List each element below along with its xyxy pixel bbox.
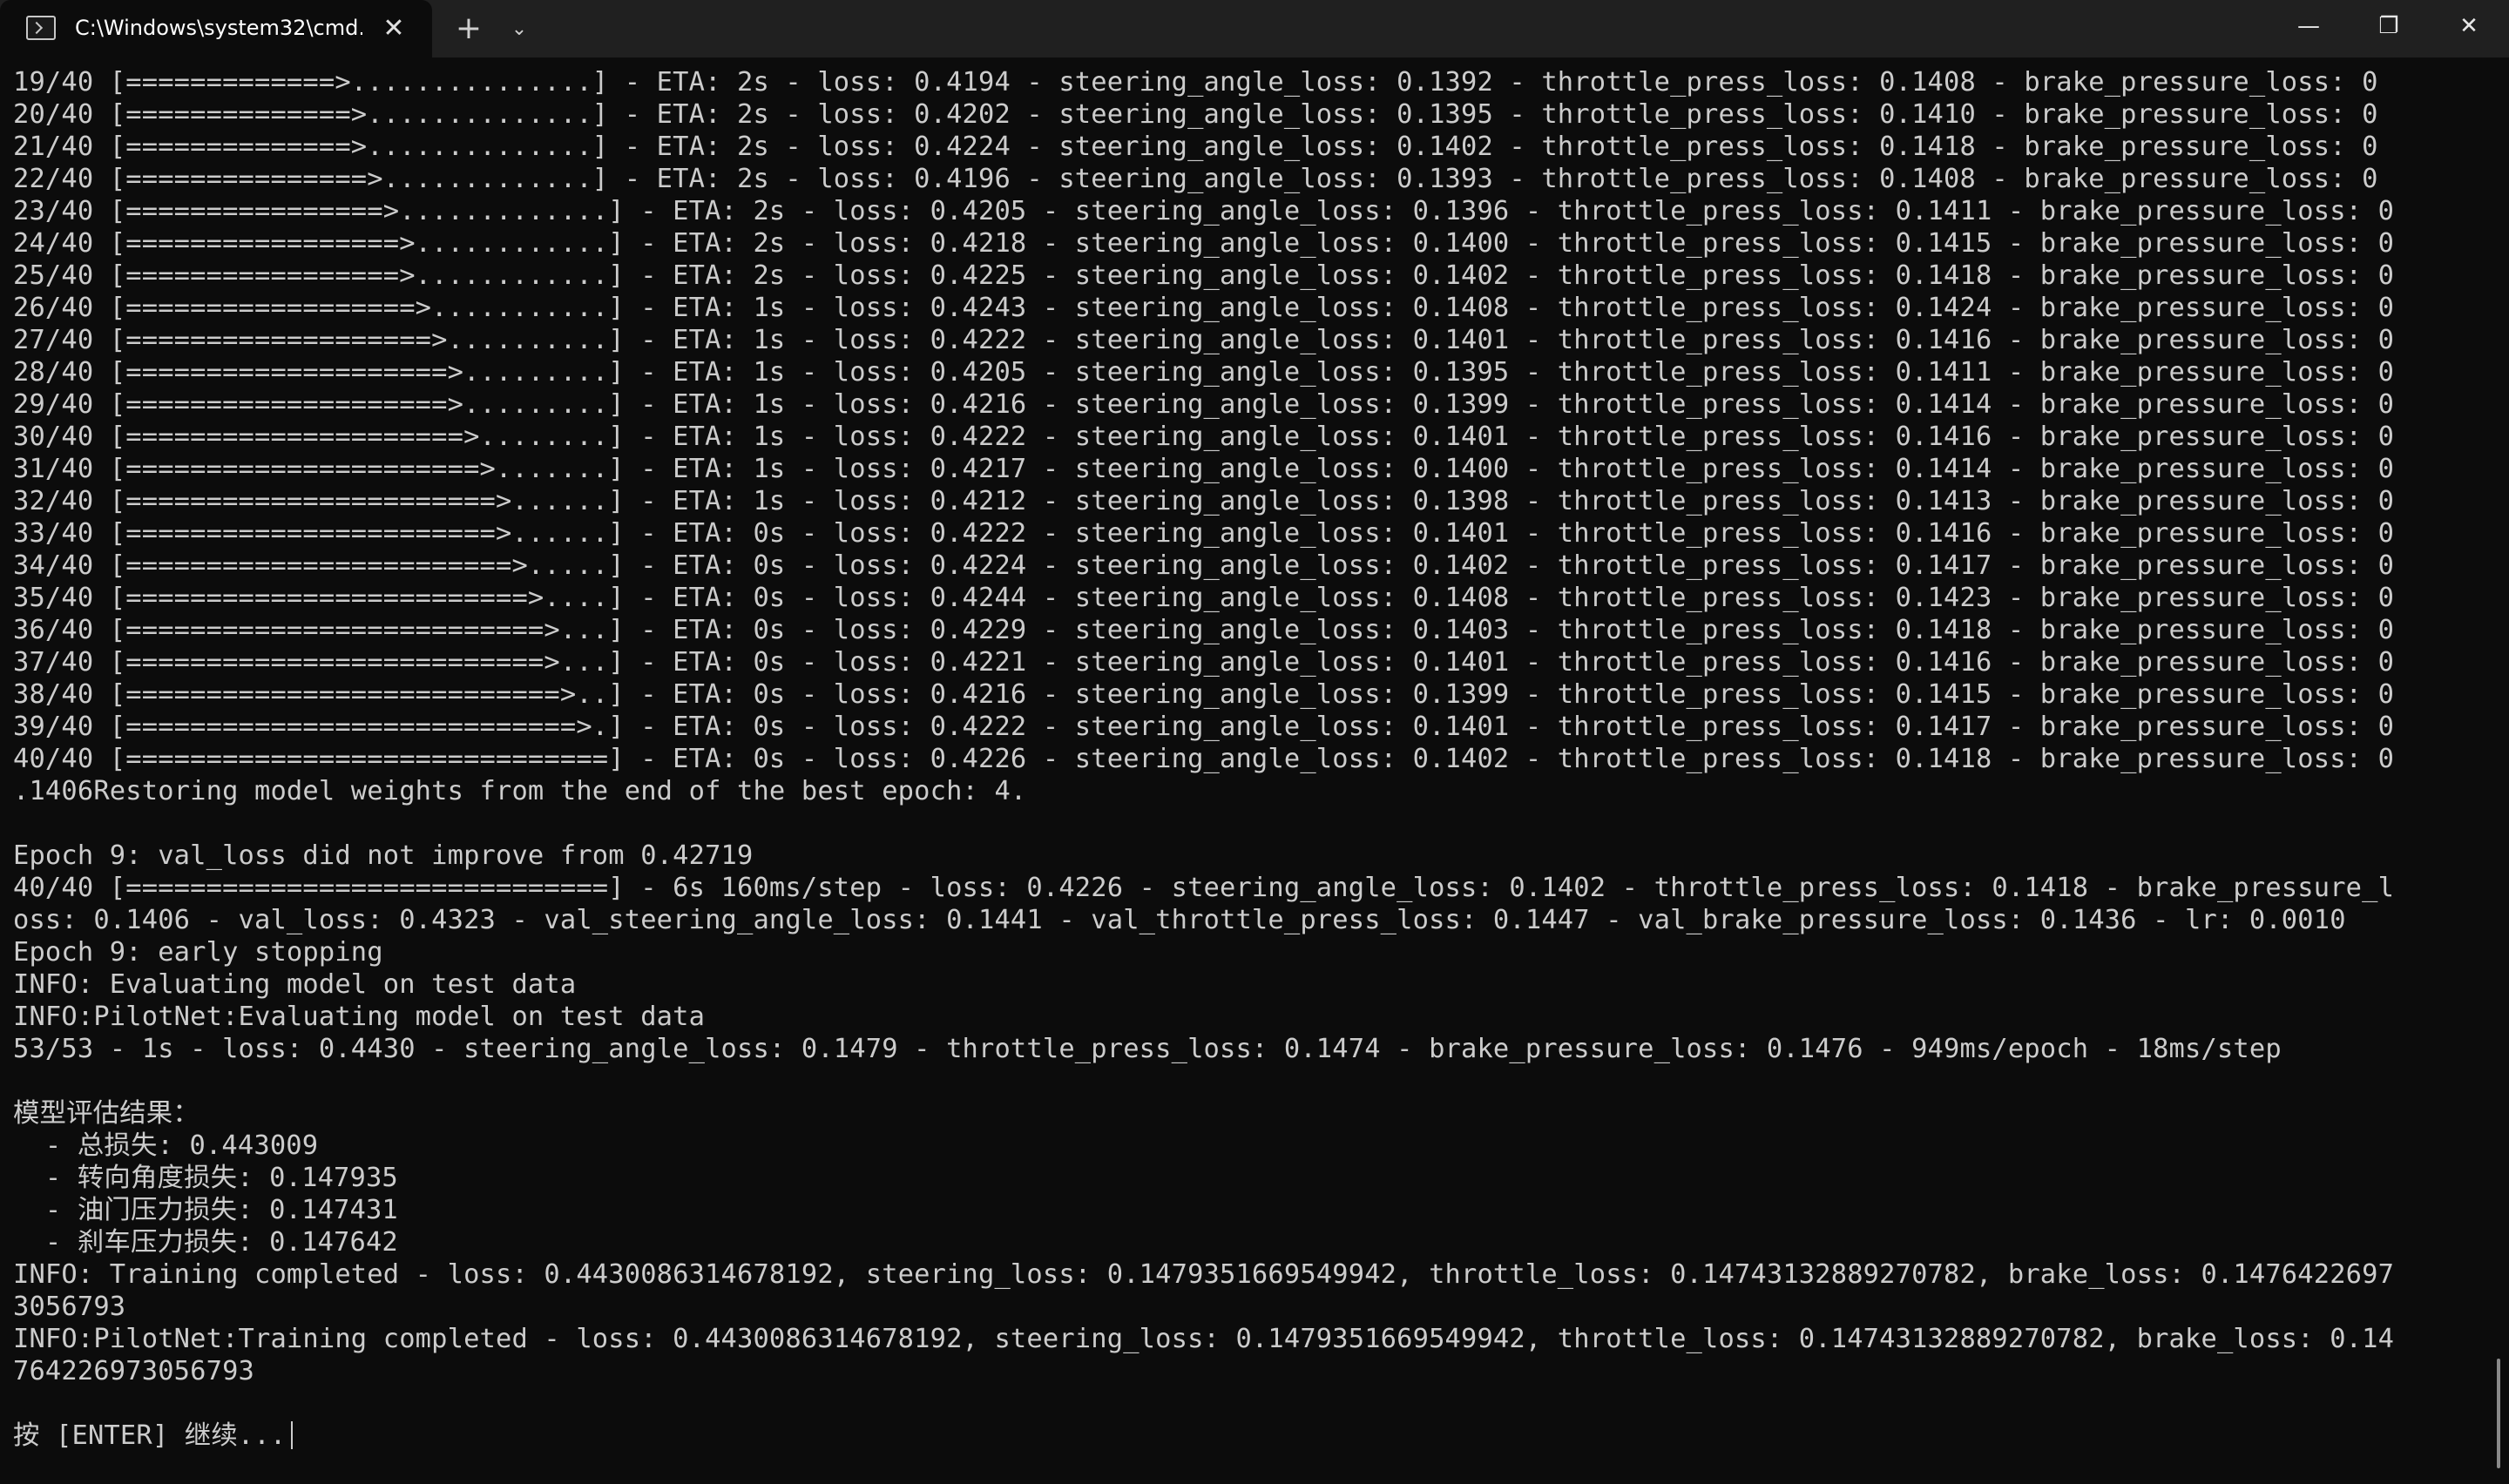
close-icon[interactable]: ✕ <box>376 11 411 46</box>
terminal-line: 39/40 [============================>.] -… <box>13 712 2395 742</box>
terminal-line: 53/53 - 1s - loss: 0.4430 - steering_ang… <box>13 1034 2282 1064</box>
terminal-line: 22/40 [===============>.............] - … <box>13 164 2378 194</box>
terminal-line: Epoch 9: early stopping <box>13 937 383 968</box>
chevron-down-icon[interactable]: ⌄ <box>502 10 537 49</box>
window-close-button[interactable]: ✕ <box>2429 0 2509 52</box>
terminal-line: 38/40 [===========================>..] -… <box>13 679 2395 710</box>
terminal-line: INFO: Evaluating model on test data <box>13 969 577 1000</box>
terminal-line: 19/40 [=============>...............] - … <box>13 67 2378 98</box>
terminal-line: - 转向角度损失: 0.147935 <box>13 1163 398 1193</box>
terminal-line: 按 [ENTER] 继续... <box>13 1420 2394 1452</box>
terminal-line: 33/40 [=======================>......] -… <box>13 518 2395 549</box>
terminal-line: 21/40 [==============>..............] - … <box>13 132 2378 162</box>
terminal-line: INFO: Training completed - loss: 0.44300… <box>13 1259 2395 1290</box>
terminal-line: 3056793 <box>13 1292 126 1322</box>
terminal-line: 40/40 [==============================] -… <box>13 873 2395 903</box>
terminal-line: 25/40 [=================>............] -… <box>13 260 2395 291</box>
terminal-lines: 19/40 [=============>...............] - … <box>13 66 2394 1452</box>
scrollbar[interactable] <box>2495 57 2509 1484</box>
minimize-button[interactable]: — <box>2269 0 2349 52</box>
terminal-line: 模型评估结果： <box>13 1098 200 1129</box>
maximize-button[interactable]: ❐ <box>2349 0 2429 52</box>
terminal-line: 24/40 [=================>............] -… <box>13 228 2395 259</box>
terminal-line: Epoch 9: val_loss did not improve from 0… <box>13 840 754 871</box>
terminal-line: 26/40 [==================>...........] -… <box>13 293 2395 323</box>
tab-title: C:\Windows\system32\cmd.e: <box>75 16 362 40</box>
terminal-line: INFO:PilotNet:Training completed - loss:… <box>13 1324 2395 1354</box>
terminal-line: .1406Restoring model weights from the en… <box>13 776 1027 806</box>
terminal-line: oss: 0.1406 - val_loss: 0.4323 - val_ste… <box>13 905 2346 935</box>
title-bar: C:\Windows\system32\cmd.e: ✕ + ⌄ — ❐ ✕ <box>0 0 2509 57</box>
terminal-line: - 油门压力损失: 0.147431 <box>13 1195 398 1225</box>
terminal-line: 23/40 [================>.............] -… <box>13 196 2395 226</box>
terminal-line: 20/40 [==============>..............] - … <box>13 99 2378 130</box>
terminal-line: 37/40 [==========================>...] -… <box>13 647 2395 678</box>
tab-cmd[interactable]: C:\Windows\system32\cmd.e: ✕ <box>0 0 432 57</box>
terminal-icon <box>26 16 56 40</box>
terminal-line: 32/40 [=======================>......] -… <box>13 486 2395 516</box>
terminal-line: 31/40 [======================>.......] -… <box>13 454 2395 484</box>
terminal-line: 29/40 [====================>.........] -… <box>13 389 2395 420</box>
terminal-line: - 刹车压力损失: 0.147642 <box>13 1227 398 1258</box>
terminal-line: 36/40 [==========================>...] -… <box>13 615 2395 645</box>
terminal-line: 34/40 [========================>.....] -… <box>13 550 2395 581</box>
scrollbar-thumb[interactable] <box>2497 1359 2500 1468</box>
terminal-line: INFO:PilotNet:Evaluating model on test d… <box>13 1002 706 1032</box>
text-cursor <box>291 1421 294 1449</box>
terminal-output[interactable]: 19/40 [=============>...............] - … <box>0 57 2492 1484</box>
terminal-line: 30/40 [=====================>........] -… <box>13 422 2395 452</box>
terminal-line: 27/40 [===================>..........] -… <box>13 325 2395 355</box>
terminal-line: 28/40 [====================>.........] -… <box>13 357 2395 388</box>
terminal-line: - 总损失: 0.443009 <box>13 1130 319 1161</box>
terminal-line: 40/40 [==============================] -… <box>13 744 2395 774</box>
terminal-line: 764226973056793 <box>13 1356 255 1386</box>
terminal-line: 35/40 [=========================>....] -… <box>13 583 2395 613</box>
new-tab-button[interactable]: + <box>450 10 488 49</box>
